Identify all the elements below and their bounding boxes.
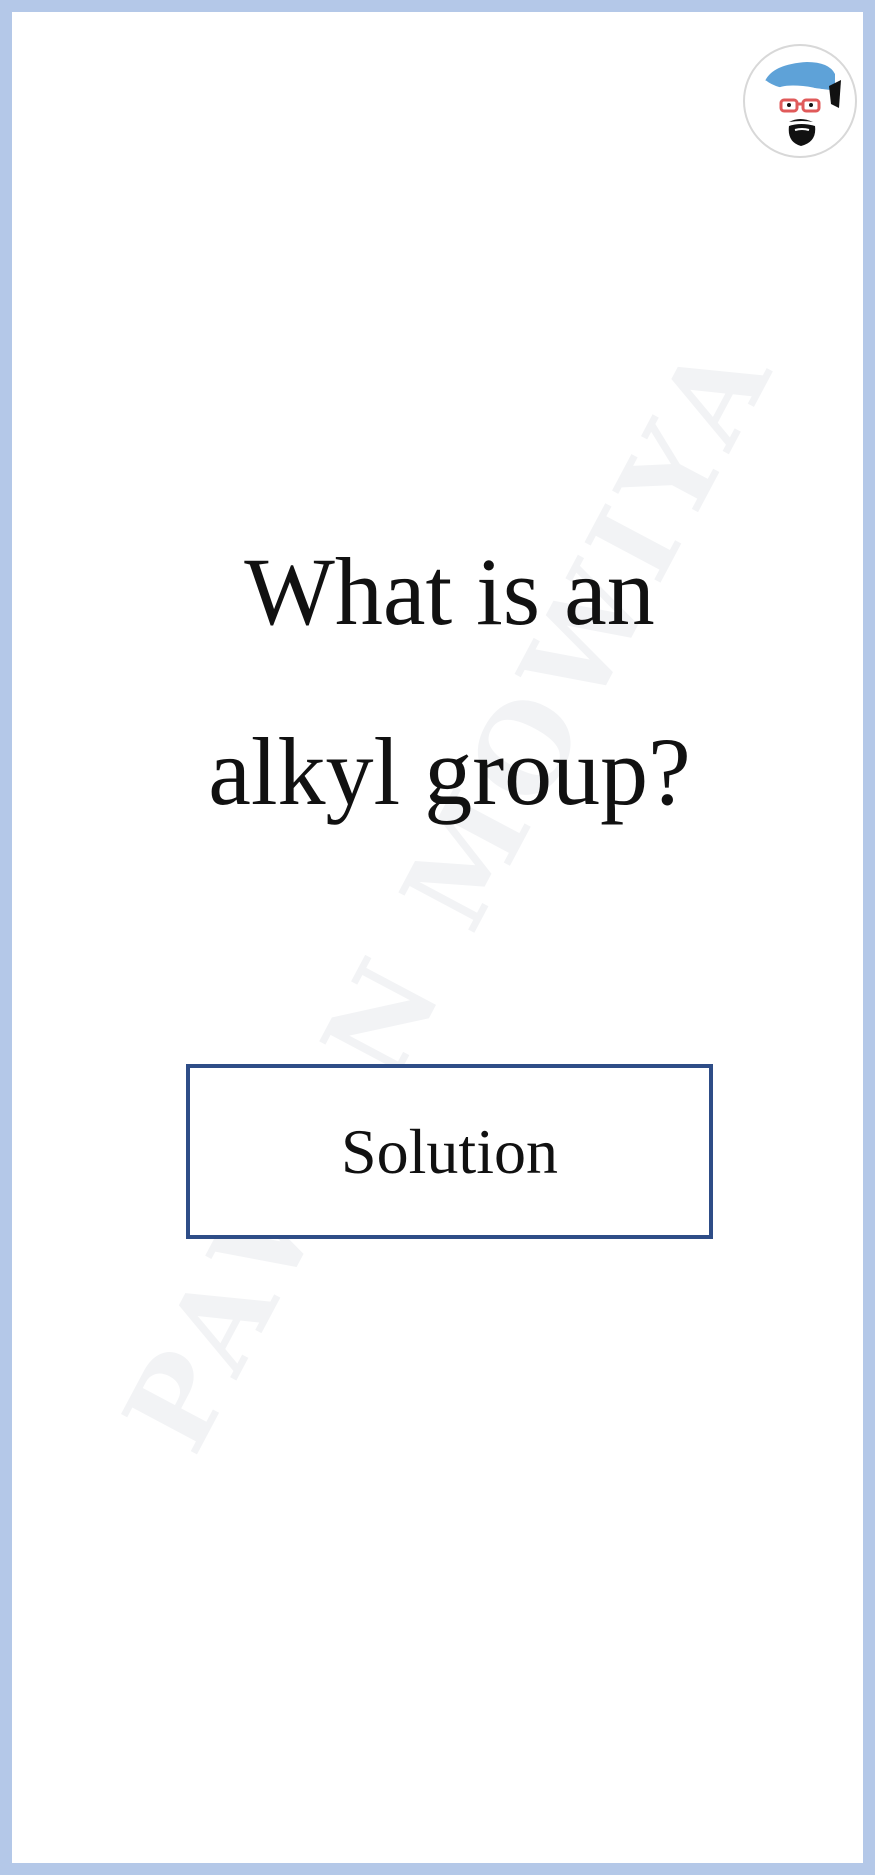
avatar[interactable] — [743, 44, 857, 158]
question-title: What is an alkyl group? — [72, 502, 827, 862]
solution-button[interactable]: Solution — [186, 1064, 713, 1239]
question-line-1: What is an — [244, 538, 655, 645]
question-line-2: alkyl group? — [208, 718, 691, 825]
card-frame: PAWAN MOWIYA What is an alkyl group? Sol… — [0, 0, 875, 1875]
watermark: PAWAN MOWIYA — [96, 311, 802, 1473]
cartoon-avatar-icon — [764, 62, 841, 146]
